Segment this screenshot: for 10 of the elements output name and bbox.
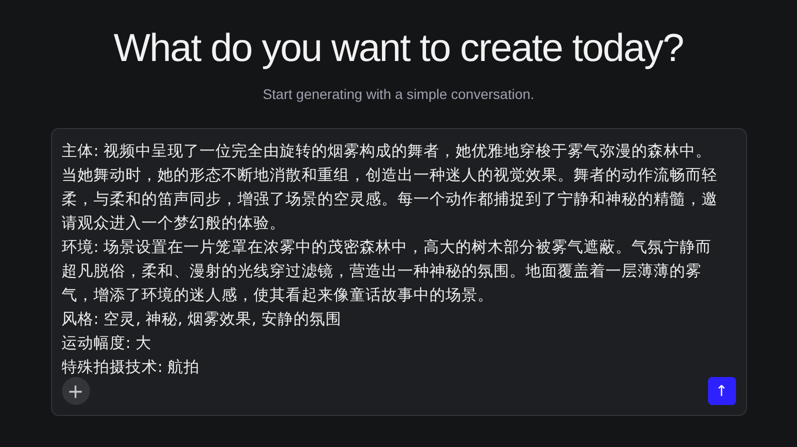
page-heading: What do you want to create today?: [114, 26, 684, 72]
prompt-paragraph: 运动幅度: 大: [62, 333, 153, 354]
prompt-field[interactable]: [50, 128, 746, 416]
prompt-paragraph: 风格: 空灵, 神秘, 烟雾效果, 安静的氛围: [62, 309, 342, 330]
send-button[interactable]: ↑: [708, 377, 736, 405]
page-subheading: Start generating with a simple conversation.: [262, 86, 534, 102]
prompt-paragraph: 环境: 场景设置在一片笼罩在浓雾中的茂密森林中，高大的树木部分被雾气遮蔽。气氛宁静而超凡脱俗，柔和、漫射的光线穿过滤镜，营造出一种神秘的氛围。地面覆盖着一层薄薄的雾气，增添了环境的迷人感，使其看起来像童话故事中的场景。: [62, 237, 713, 306]
prompt-paragraph: 特殊拍摄技术: 航拍: [62, 357, 201, 375]
add-button[interactable]: +: [62, 377, 90, 405]
prompt-paragraph: 主体: 视频中呈现了一位完全由旋转的烟雾构成的舞者，她优雅地穿梭于雾气弥漫的森林中。当她舞动时，她的形态不断地消散和重组，创造出一种迷人的视觉效果。舞者的动作流畅而轻柔，与柔和的笛声同步，增强了场景的空灵感。每一个动作都捕捉到了宁静和神秘的精髓，邀请观众进入一个梦幻般的体验。: [62, 141, 718, 234]
